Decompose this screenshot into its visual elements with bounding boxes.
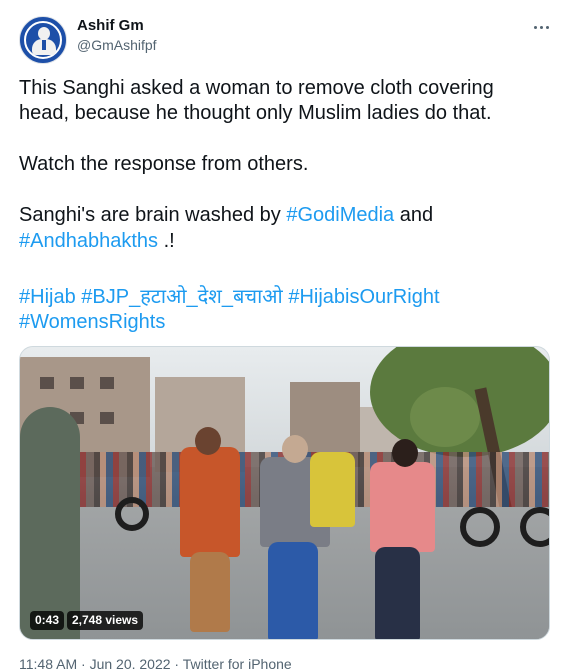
hashtag-link[interactable]: #GodiMedia [286,204,394,226]
building-window [100,412,114,424]
tweet-time[interactable]: 11:48 AM [19,656,77,669]
video-frame-person-head [392,439,418,467]
hashtag-row: #Hijab #BJP_हटाओ_देश_बचाओ #HijabisOurRig… [19,285,549,310]
video-frame-person-head [195,427,221,455]
more-dot [545,25,549,29]
video-frame-person-head [282,435,308,463]
video-frame-person [375,547,420,639]
avatar-portrait-tie [42,40,46,50]
video-frame-person [180,447,240,557]
tweet-card: Ashif Gm @GmAshifpf This Sanghi asked a … [0,0,567,669]
video-frame-person [370,462,435,552]
video-frame-person [190,552,230,632]
video-views-badge: 2,748 views [67,611,144,630]
tweet-metadata: 11:48 AM · Jun 20, 2022 · Twitter for iP… [19,656,292,669]
tweet-text-line: This Sanghi asked a woman to remove clot… [19,77,494,99]
hashtag-link[interactable]: #Andhabhakths [19,230,158,252]
building-window [100,377,114,389]
tweet-text-line: Watch the response from others. [19,153,309,175]
author-handle[interactable]: @GmAshifpf [77,37,157,53]
author-name[interactable]: Ashif Gm [77,17,144,34]
building-window [40,377,54,389]
tweet-date[interactable]: Jun 20, 2022 [90,656,171,669]
tweet-text-line: Sanghi's are brain washed by #GodiMedia … [19,203,549,228]
more-dots-icon[interactable] [529,17,553,37]
more-dot [539,25,543,29]
hashtag-link[interactable]: #Hijab [19,286,76,308]
hashtag-link[interactable]: #HijabisOurRight [288,286,439,308]
avatar[interactable] [19,16,67,64]
video-frame-person [268,542,318,639]
tweet-text-line: #Andhabhakths .! [19,229,549,254]
meta-separator: · [77,656,90,669]
tweet-source[interactable]: Twitter for iPhone [183,656,292,669]
tweet-text-line: head, because he thought only Muslim lad… [19,102,492,124]
hashtag-row: #WomensRights [19,310,549,335]
video-frame-person [20,407,80,639]
video-frame-motorbike [115,497,149,531]
video-frame-person [310,452,355,527]
video-frame-motorbike [460,507,500,547]
video-frame-tree [410,387,480,447]
tweet-text: .! [158,230,175,252]
tweet-text: and [394,204,434,226]
meta-separator: · [170,656,183,669]
video-duration-badge: 0:43 [30,611,65,630]
hashtag-link[interactable]: #WomensRights [19,311,165,333]
more-dot [533,25,537,29]
video-player[interactable]: 0:43 2,748 views [19,346,550,640]
tweet-text: Sanghi's are brain washed by [19,204,287,226]
hashtag-link[interactable]: #BJP_हटाओ_देश_बचाओ [81,286,283,308]
building-window [70,377,84,389]
